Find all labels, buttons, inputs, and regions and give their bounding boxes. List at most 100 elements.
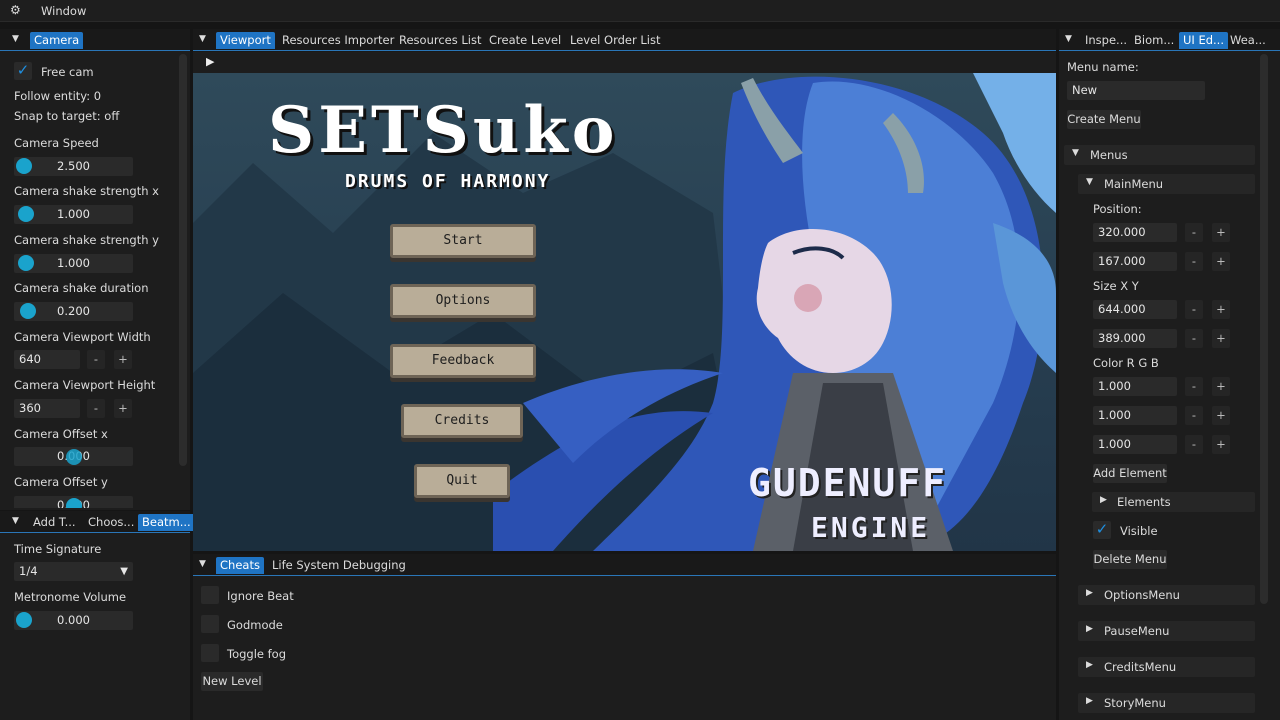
camera-speed-knob[interactable]	[16, 158, 32, 174]
position-y-minus[interactable]: -	[1185, 252, 1203, 271]
engine-logo-line2: ENGINE	[811, 511, 931, 544]
viewport-panel: ▼ Viewport Resources Importer Resources …	[193, 29, 1056, 52]
menus-header[interactable]: ▼ Menus	[1064, 145, 1255, 165]
position-x-minus[interactable]: -	[1185, 223, 1203, 242]
size-y-input[interactable]: 389.000	[1093, 329, 1177, 348]
tab-camera[interactable]: Camera	[30, 32, 84, 49]
godmode-checkbox[interactable]	[201, 615, 219, 633]
start-button[interactable]: Start	[390, 224, 536, 258]
mainmenu-node[interactable]: ▼ MainMenu	[1078, 174, 1255, 194]
position-y-plus[interactable]: +	[1212, 252, 1230, 271]
caret-right-icon: ▶	[1086, 696, 1093, 706]
size-y-minus[interactable]: -	[1185, 329, 1203, 348]
color-b-input[interactable]: 1.000	[1093, 435, 1177, 454]
color-r-plus[interactable]: +	[1212, 377, 1230, 396]
time-signature-label: Time Signature	[14, 542, 102, 556]
menu-name-input[interactable]: New	[1067, 81, 1205, 100]
credits-button[interactable]: Credits	[401, 404, 523, 438]
quit-button[interactable]: Quit	[414, 464, 510, 498]
position-label: Position:	[1093, 202, 1142, 216]
tab-cheats[interactable]: Cheats	[216, 557, 264, 574]
shake-duration-knob[interactable]	[20, 303, 36, 319]
color-g-minus[interactable]: -	[1185, 406, 1203, 425]
caret-down-icon: ▼	[1086, 177, 1093, 187]
size-x-plus[interactable]: +	[1212, 300, 1230, 319]
free-cam-checkbox[interactable]: ✓	[14, 62, 32, 80]
tab-inspector[interactable]: Inspe...	[1081, 32, 1131, 49]
viewport-height-minus[interactable]: -	[87, 399, 105, 418]
viewport-width-plus[interactable]: +	[114, 350, 132, 369]
elements-node[interactable]: ▶ Elements	[1092, 492, 1255, 512]
color-b-plus[interactable]: +	[1212, 435, 1230, 454]
game-viewport[interactable]: SETSuko DRUMS OF HARMONY Start Options F…	[193, 73, 1056, 551]
delete-menu-button[interactable]: Delete Menu	[1093, 550, 1167, 569]
tab-viewport[interactable]: Viewport	[216, 32, 275, 49]
add-element-button[interactable]: Add Element	[1093, 464, 1167, 483]
toggle-fog-checkbox[interactable]	[201, 644, 219, 662]
viewport-width-input[interactable]: 640	[14, 350, 80, 369]
offset-y-knob[interactable]	[66, 498, 82, 508]
play-icon[interactable]: ▶	[206, 55, 214, 68]
pause-menu-node[interactable]: ▶ PauseMenu	[1078, 621, 1255, 641]
color-g-plus[interactable]: +	[1212, 406, 1230, 425]
caret-right-icon: ▶	[1100, 495, 1107, 505]
tab-resources-list[interactable]: Resources List	[395, 32, 486, 49]
shake-y-knob[interactable]	[18, 255, 34, 271]
tab-life-system-debugging[interactable]: Life System Debugging	[268, 557, 410, 574]
feedback-button[interactable]: Feedback	[390, 344, 536, 378]
color-r-minus[interactable]: -	[1185, 377, 1203, 396]
tab-ui-editor[interactable]: UI Ed...	[1179, 32, 1228, 49]
cheats-tabbar: ▼ Cheats Life System Debugging	[193, 554, 1056, 576]
mainmenu-label: MainMenu	[1104, 177, 1164, 191]
collapse-icon[interactable]: ▼	[199, 559, 206, 569]
ui-editor-panel: ▼ Inspe... Biom... UI Ed... Wea... Menu …	[1059, 29, 1280, 720]
metronome-knob[interactable]	[16, 612, 32, 628]
position-x-plus[interactable]: +	[1212, 223, 1230, 242]
ignore-beat-checkbox[interactable]	[201, 586, 219, 604]
game-title: SETSuko	[268, 93, 619, 168]
viewport-height-input[interactable]: 360	[14, 399, 80, 418]
metronome-label: Metronome Volume	[14, 590, 127, 604]
position-y-input[interactable]: 167.000	[1093, 252, 1177, 271]
viewport-width-minus[interactable]: -	[87, 350, 105, 369]
tab-choose[interactable]: Choos...	[84, 514, 138, 531]
collapse-icon[interactable]: ▼	[12, 516, 19, 526]
new-level-button[interactable]: New Level	[201, 672, 263, 691]
game-subtitle: DRUMS OF HARMONY	[345, 171, 551, 192]
size-x-input[interactable]: 644.000	[1093, 300, 1177, 319]
size-x-minus[interactable]: -	[1185, 300, 1203, 319]
viewport-height-plus[interactable]: +	[114, 399, 132, 418]
position-x-input[interactable]: 320.000	[1093, 223, 1177, 242]
camera-panel: ▼ Camera ✓ Free cam Follow entity: 0 Sna…	[0, 29, 190, 510]
tab-biome[interactable]: Biom...	[1130, 32, 1178, 49]
tab-create-level[interactable]: Create Level	[485, 32, 565, 49]
collapse-icon[interactable]: ▼	[1065, 34, 1072, 44]
credits-menu-node[interactable]: ▶ CreditsMenu	[1078, 657, 1255, 677]
camera-scrollbar[interactable]	[179, 54, 187, 466]
beatmap-tabbar: ▼ Add T... Choos... Beatm...	[0, 511, 195, 533]
color-b-minus[interactable]: -	[1185, 435, 1203, 454]
toggle-fog-label: Toggle fog	[227, 647, 287, 661]
tab-level-order-list[interactable]: Level Order List	[566, 32, 664, 49]
window-menu[interactable]: Window	[41, 4, 86, 18]
shake-x-knob[interactable]	[18, 206, 34, 222]
tab-resources-importer[interactable]: Resources Importer	[278, 32, 398, 49]
create-menu-button[interactable]: Create Menu	[1067, 110, 1141, 129]
tab-beatmap[interactable]: Beatm...	[138, 514, 195, 531]
gear-icon[interactable]: ⚙	[10, 3, 21, 17]
offset-x-knob[interactable]	[66, 449, 82, 465]
color-g-input[interactable]: 1.000	[1093, 406, 1177, 425]
collapse-icon[interactable]: ▼	[199, 34, 206, 44]
story-menu-node[interactable]: ▶ StoryMenu	[1078, 693, 1255, 713]
tab-weather[interactable]: Wea...	[1226, 32, 1270, 49]
ui-editor-scrollbar[interactable]	[1260, 54, 1268, 604]
visible-checkbox[interactable]: ✓	[1093, 521, 1111, 539]
color-r-input[interactable]: 1.000	[1093, 377, 1177, 396]
time-signature-select[interactable]: 1/4 ▼	[14, 562, 133, 581]
collapse-icon[interactable]: ▼	[12, 34, 19, 44]
elements-label: Elements	[1117, 495, 1171, 509]
tab-add[interactable]: Add T...	[29, 514, 80, 531]
options-button[interactable]: Options	[390, 284, 536, 318]
options-menu-node[interactable]: ▶ OptionsMenu	[1078, 585, 1255, 605]
size-y-plus[interactable]: +	[1212, 329, 1230, 348]
